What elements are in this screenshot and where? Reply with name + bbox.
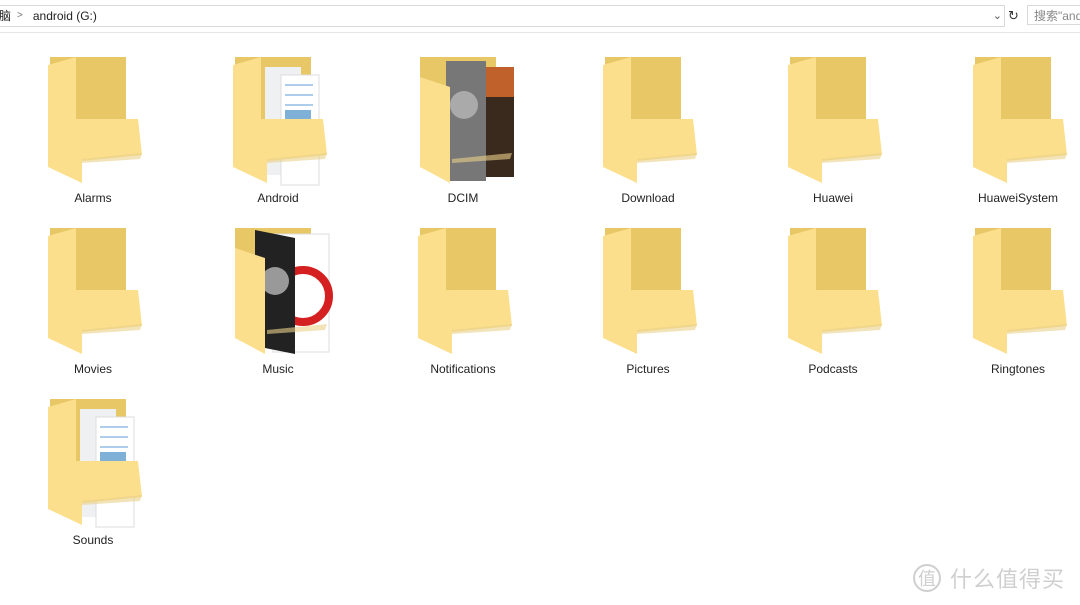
breadcrumb-prefix[interactable]: 脑 xyxy=(0,6,11,26)
folder-label: Movies xyxy=(73,362,112,376)
folder-icon xyxy=(973,57,1067,183)
folder-icon xyxy=(788,57,882,183)
svg-text:值: 值 xyxy=(918,569,937,589)
folder-icon xyxy=(48,399,142,528)
folder-label: Alarms xyxy=(74,191,112,205)
watermark-logo: 值什么值得买 xyxy=(912,562,1072,603)
folder-icon xyxy=(973,228,1067,354)
folder-android[interactable]: Android xyxy=(203,40,353,205)
search-input[interactable]: 搜索"and xyxy=(1027,5,1080,25)
folder-huaweisystem[interactable]: HuaweiSystem xyxy=(943,40,1080,205)
folder-dcim[interactable]: DCIM xyxy=(388,40,538,205)
folder-icon xyxy=(48,57,142,183)
folder-pictures[interactable]: Pictures xyxy=(573,211,723,376)
folder-label: Notifications xyxy=(430,362,496,376)
folder-label: HuaweiSystem xyxy=(977,191,1059,205)
folder-label: Sounds xyxy=(72,533,114,547)
folder-label: Android xyxy=(257,191,299,205)
folder-icon xyxy=(603,228,697,354)
folder-alarms[interactable]: Alarms xyxy=(18,40,168,205)
address-bar[interactable]: 脑 > android (G:) ⌄ xyxy=(0,5,1005,27)
chevron-down-icon[interactable]: ⌄ xyxy=(993,6,1002,26)
folder-icon xyxy=(420,57,514,183)
folder-label: Podcasts xyxy=(808,362,858,376)
folder-ringtones[interactable]: Ringtones xyxy=(943,211,1080,376)
folder-label: Huawei xyxy=(812,191,854,205)
folder-icon xyxy=(603,57,697,183)
folder-label: Download xyxy=(621,191,675,205)
folder-sounds[interactable]: Sounds xyxy=(18,382,168,547)
folder-download[interactable]: Download xyxy=(573,40,723,205)
folder-huawei[interactable]: Huawei xyxy=(758,40,908,205)
folder-movies[interactable]: Movies xyxy=(18,211,168,376)
breadcrumb-drive[interactable]: android (G:) xyxy=(33,6,97,26)
folder-label: DCIM xyxy=(447,191,479,205)
folder-music[interactable]: Music xyxy=(203,211,353,376)
folder-podcasts[interactable]: Podcasts xyxy=(758,211,908,376)
folder-icon xyxy=(235,228,333,354)
folder-label: Music xyxy=(262,362,294,376)
folder-notifications[interactable]: Notifications xyxy=(388,211,538,376)
folder-icon xyxy=(418,228,512,354)
folder-icon xyxy=(48,228,142,354)
folder-icon xyxy=(233,57,327,186)
refresh-icon[interactable]: ↻ xyxy=(1005,5,1022,27)
svg-text:什么值得买: 什么值得买 xyxy=(950,567,1065,592)
address-toolbar: 脑 > android (G:) ⌄ ↻ 搜索"and xyxy=(0,0,1080,33)
folder-icon xyxy=(788,228,882,354)
folder-label: Ringtones xyxy=(990,362,1046,376)
chevron-right-icon[interactable]: > xyxy=(17,6,23,26)
folder-label: Pictures xyxy=(626,362,670,376)
